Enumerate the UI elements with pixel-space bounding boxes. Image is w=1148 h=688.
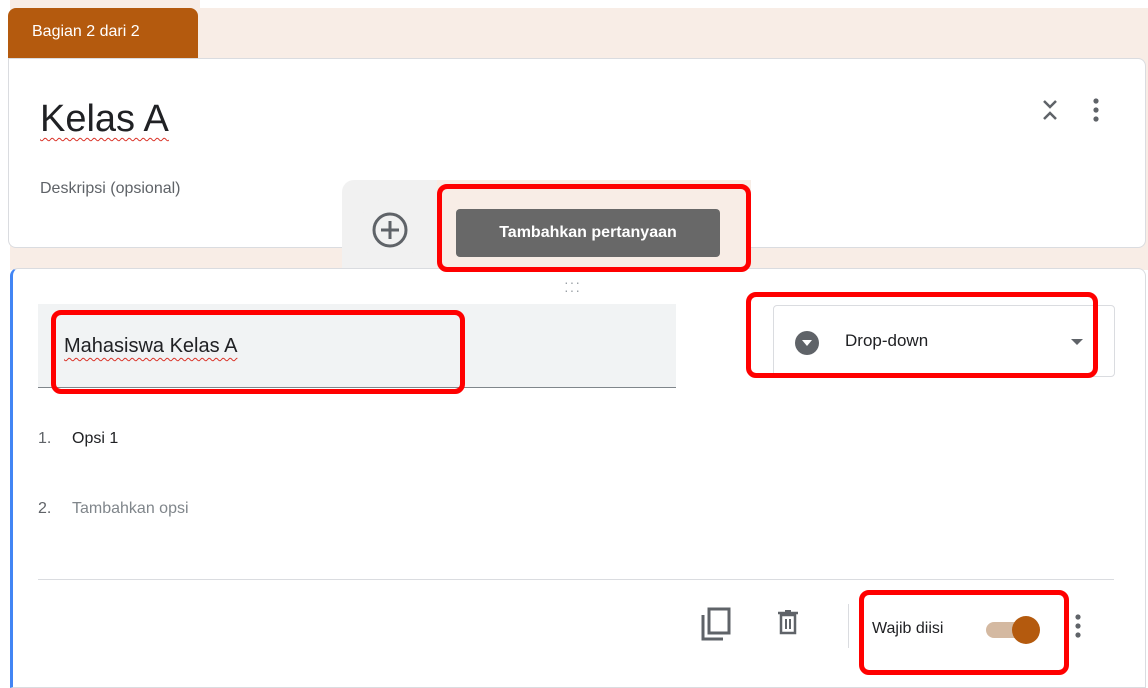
dropdown-circle-icon (795, 331, 819, 355)
collapse-section-button[interactable] (1030, 95, 1070, 125)
toggle-knob (1012, 616, 1040, 644)
question-more-button[interactable] (1068, 608, 1088, 644)
footer-divider-line (38, 579, 1114, 580)
add-question-tooltip: Tambahkan pertanyaan (456, 209, 720, 257)
section-tab: Bagian 2 dari 2 (8, 8, 198, 60)
footer-vertical-divider (848, 604, 849, 648)
section-title[interactable]: Kelas A (40, 98, 169, 141)
tooltip-text: Tambahkan pertanyaan (499, 224, 677, 241)
option-number: 1. (38, 430, 52, 447)
trash-icon (778, 610, 798, 635)
section-tab-label: Bagian 2 dari 2 (32, 23, 140, 40)
drag-handle-icon[interactable]: ··· ··· (564, 275, 581, 297)
add-circle-icon (372, 212, 407, 248)
duplicate-question-button[interactable] (698, 606, 734, 642)
duplicate-icon (701, 607, 731, 641)
more-vert-icon (1093, 98, 1099, 122)
question-type-select[interactable] (773, 305, 1115, 377)
delete-question-button[interactable] (770, 604, 806, 640)
add-question-button[interactable] (357, 198, 422, 262)
more-vert-icon (1075, 614, 1081, 638)
section-more-button[interactable] (1082, 95, 1110, 125)
add-option-input[interactable]: Tambahkan opsi (72, 500, 189, 518)
margin-strip-top (200, 0, 1148, 8)
floating-toolbar (342, 180, 437, 280)
required-label: Wajib diisi (872, 620, 944, 637)
unfold-less-icon (1043, 100, 1057, 120)
question-type-label: Drop-down (845, 331, 929, 350)
section-description-field[interactable]: Deskripsi (opsional) (40, 180, 181, 198)
option-number: 2. (38, 500, 52, 517)
option-1-input[interactable]: Opsi 1 (72, 430, 118, 448)
question-title-text: Mahasiswa Kelas A (64, 335, 238, 357)
chevron-down-icon (1071, 339, 1083, 345)
required-toggle[interactable] (984, 616, 1042, 644)
